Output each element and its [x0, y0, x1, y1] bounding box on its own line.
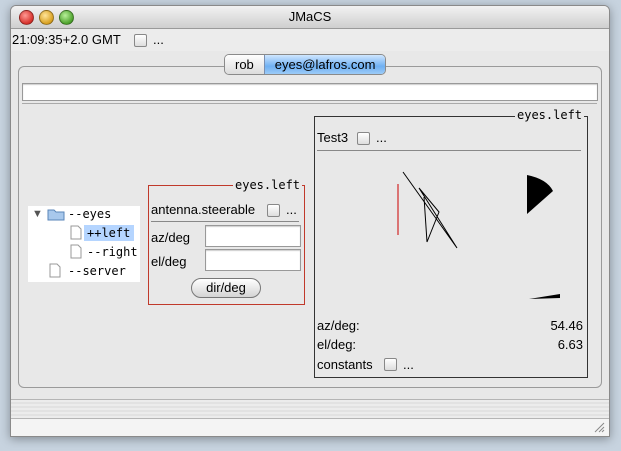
test-more-button[interactable]: ...: [376, 130, 387, 145]
constants-label: constants: [317, 357, 373, 372]
steerable-more-button[interactable]: ...: [286, 202, 297, 217]
az-input[interactable]: [205, 225, 301, 247]
separator: [151, 221, 299, 222]
clock-checkbox[interactable]: [134, 34, 147, 47]
dir-deg-button[interactable]: dir/deg: [191, 278, 261, 298]
tree-item-left[interactable]: ++left: [87, 226, 130, 240]
divider: [22, 103, 597, 104]
steerable-label: antenna.steerable: [151, 202, 256, 217]
app-window: JMaCS 21:09:35+2.0 GMT ... rob eyes@lafr…: [10, 5, 610, 437]
document-icon: [70, 225, 82, 240]
expand-arrow-icon[interactable]: ▼: [32, 208, 43, 220]
clock-more-button[interactable]: ...: [153, 32, 164, 47]
document-icon: [49, 263, 61, 278]
constants-checkbox[interactable]: [384, 358, 397, 371]
display-panel-title: eyes.left: [515, 108, 585, 122]
tab-rob[interactable]: rob: [225, 55, 264, 74]
display-az-value: 54.46: [550, 318, 583, 333]
tab-bar: rob eyes@lafros.com: [224, 54, 387, 75]
tree-item-right[interactable]: --right: [87, 245, 138, 259]
status-bar: [11, 399, 609, 418]
window-title: JMaCS: [288, 9, 332, 24]
tree-item-server[interactable]: --server: [68, 264, 126, 278]
el-label: el/deg: [151, 254, 187, 269]
bottom-bar: [11, 418, 609, 436]
tab-eyes-lafros[interactable]: eyes@lafros.com: [263, 55, 386, 74]
steerable-checkbox[interactable]: [267, 204, 280, 217]
control-panel-title: eyes.left: [233, 178, 303, 192]
test-label: Test3: [317, 130, 349, 145]
antenna-view: [397, 171, 560, 299]
folder-icon: [47, 209, 65, 221]
separator: [317, 150, 581, 151]
test-checkbox[interactable]: [357, 132, 370, 145]
az-label: az/deg: [151, 230, 191, 245]
constants-more-button[interactable]: ...: [403, 357, 414, 372]
display-az-label: az/deg:: [317, 318, 360, 333]
display-el-value: 6.63: [557, 337, 583, 352]
el-input[interactable]: [205, 249, 301, 271]
title-bar[interactable]: JMaCS: [11, 6, 609, 29]
resize-grip-icon[interactable]: [593, 421, 605, 433]
document-icon: [70, 244, 82, 259]
display-el-label: el/deg:: [317, 337, 357, 352]
command-input[interactable]: [22, 83, 598, 101]
clock-label: 21:09:35+2.0 GMT: [12, 32, 121, 47]
tree-item-eyes[interactable]: --eyes: [68, 207, 111, 221]
